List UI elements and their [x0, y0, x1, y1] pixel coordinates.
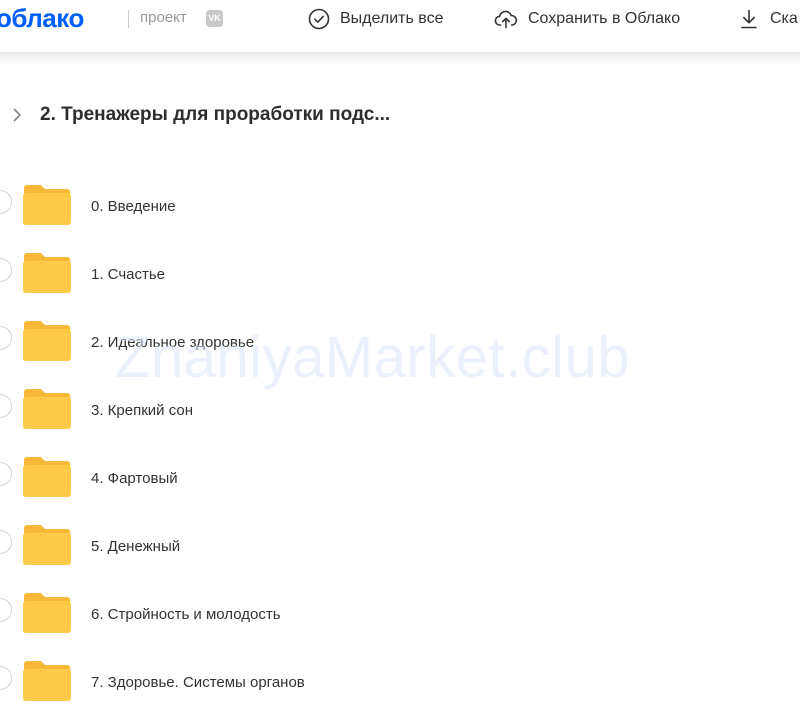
download-label: Ска	[770, 10, 798, 27]
check-circle-icon	[308, 8, 330, 30]
folder-row[interactable]: 0. Введение	[0, 170, 800, 238]
folder-list: 0. Введение 1. Счастье 2. Идеальное здор…	[0, 170, 800, 714]
folder-name: 1. Счастье	[91, 266, 166, 283]
row-checkbox[interactable]	[0, 666, 12, 690]
folder-icon	[23, 253, 71, 293]
breadcrumb: 2. Тренажеры для проработки подс...	[10, 104, 390, 126]
folder-row[interactable]: 5. Денежный	[0, 510, 800, 578]
folder-name: 3. Крепкий сон	[91, 402, 194, 419]
folder-name: 4. Фартовый	[91, 470, 178, 487]
folder-row[interactable]: 2. Идеальное здоровье	[0, 306, 800, 374]
folder-icon	[23, 661, 71, 701]
download-button[interactable]: Ска	[738, 8, 798, 30]
header-shadow-strip	[0, 52, 800, 64]
folder-icon	[23, 321, 71, 361]
folder-name: 2. Идеальное здоровье	[91, 334, 255, 351]
cloud-upload-icon	[494, 10, 518, 29]
cloud-logo[interactable]: облако	[0, 3, 84, 34]
folder-icon	[23, 389, 71, 429]
top-header: облако проект VK Выделить все Сохранить …	[0, 0, 800, 52]
save-to-cloud-label: Сохранить в Облако	[528, 10, 681, 27]
row-checkbox[interactable]	[0, 326, 12, 350]
save-to-cloud-button[interactable]: Сохранить в Облако	[494, 8, 680, 30]
folder-icon	[23, 185, 71, 225]
row-checkbox[interactable]	[0, 190, 12, 214]
vk-icon[interactable]: VK	[206, 10, 223, 27]
folder-name: 6. Стройность и молодость	[91, 606, 281, 623]
folder-row[interactable]: 3. Крепкий сон	[0, 374, 800, 442]
row-checkbox[interactable]	[0, 394, 12, 418]
row-checkbox[interactable]	[0, 530, 12, 554]
folder-row[interactable]: 6. Стройность и молодость	[0, 578, 800, 646]
header-divider	[128, 10, 129, 28]
row-checkbox[interactable]	[0, 462, 12, 486]
row-checkbox[interactable]	[0, 598, 12, 622]
row-checkbox[interactable]	[0, 258, 12, 282]
folder-row[interactable]: 1. Счастье	[0, 238, 800, 306]
folder-title: 2. Тренажеры для проработки подс...	[40, 104, 391, 125]
folder-icon	[23, 593, 71, 633]
download-icon	[741, 9, 757, 29]
folder-row[interactable]: 7. Здоровье. Системы органов	[0, 646, 800, 714]
folder-icon	[23, 457, 71, 497]
folder-name: 7. Здоровье. Системы органов	[91, 674, 305, 691]
chevron-right-icon[interactable]	[10, 108, 24, 122]
folder-name: 5. Денежный	[91, 538, 181, 555]
folder-name: 0. Введение	[91, 198, 176, 215]
folder-row[interactable]: 4. Фартовый	[0, 442, 800, 510]
project-label[interactable]: проект	[140, 9, 187, 26]
select-all-button[interactable]: Выделить все	[308, 8, 443, 30]
select-all-label: Выделить все	[340, 10, 444, 27]
folder-icon	[23, 525, 71, 565]
